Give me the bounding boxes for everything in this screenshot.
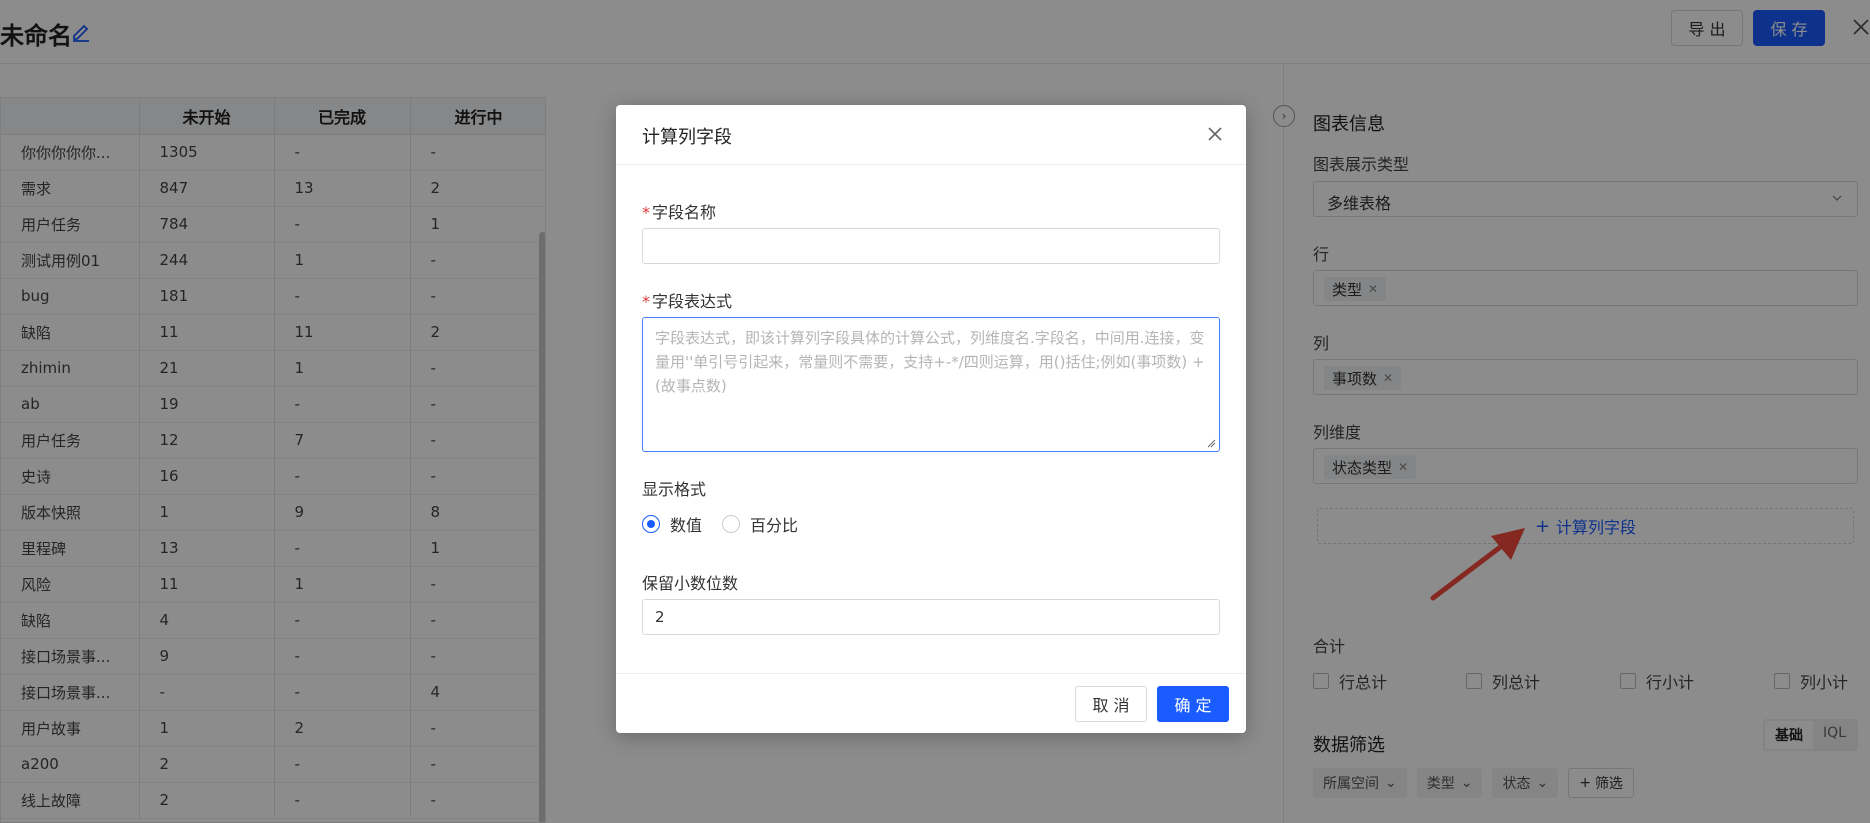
- field-name-input[interactable]: [642, 228, 1220, 264]
- field-expression-textarea[interactable]: 字段表达式，即该计算列字段具体的计算公式，列维度名.字段名，中间用.连接，变量用…: [642, 317, 1220, 452]
- required-mark: *: [642, 292, 650, 311]
- dialog-header: 计算列字段: [616, 105, 1246, 165]
- calculated-field-dialog: 计算列字段 * 字段名称 * 字段表达式 字段表达式，即该计算列字段具体的计算公式，…: [616, 105, 1246, 733]
- display-format-radios: 数值 百分比: [642, 512, 798, 536]
- field-name-label: * 字段名称: [642, 199, 716, 223]
- dialog-title: 计算列字段: [642, 127, 732, 148]
- display-format-label: 显示格式: [642, 480, 707, 499]
- dialog-footer: 取 消 确 定: [616, 673, 1246, 733]
- decimals-input[interactable]: 2: [642, 599, 1220, 635]
- field-expression-label-text: 字段表达式: [652, 292, 733, 311]
- field-expression-label: * 字段表达式: [642, 288, 732, 312]
- radio-number-label[interactable]: 数值: [670, 512, 702, 536]
- confirm-button[interactable]: 确 定: [1157, 686, 1229, 722]
- decimals-label: 保留小数位数: [642, 574, 739, 593]
- radio-percent[interactable]: [722, 515, 741, 533]
- radio-percent-label[interactable]: 百分比: [750, 512, 798, 536]
- field-name-label-text: 字段名称: [652, 203, 717, 222]
- cancel-button[interactable]: 取 消: [1075, 686, 1147, 722]
- expression-placeholder: 字段表达式，即该计算列字段具体的计算公式，列维度名.字段名，中间用.连接，变量用…: [655, 329, 1205, 395]
- resize-handle-icon[interactable]: [1206, 438, 1216, 448]
- close-icon[interactable]: [1206, 125, 1224, 143]
- required-mark: *: [642, 203, 650, 222]
- radio-number[interactable]: [642, 515, 660, 533]
